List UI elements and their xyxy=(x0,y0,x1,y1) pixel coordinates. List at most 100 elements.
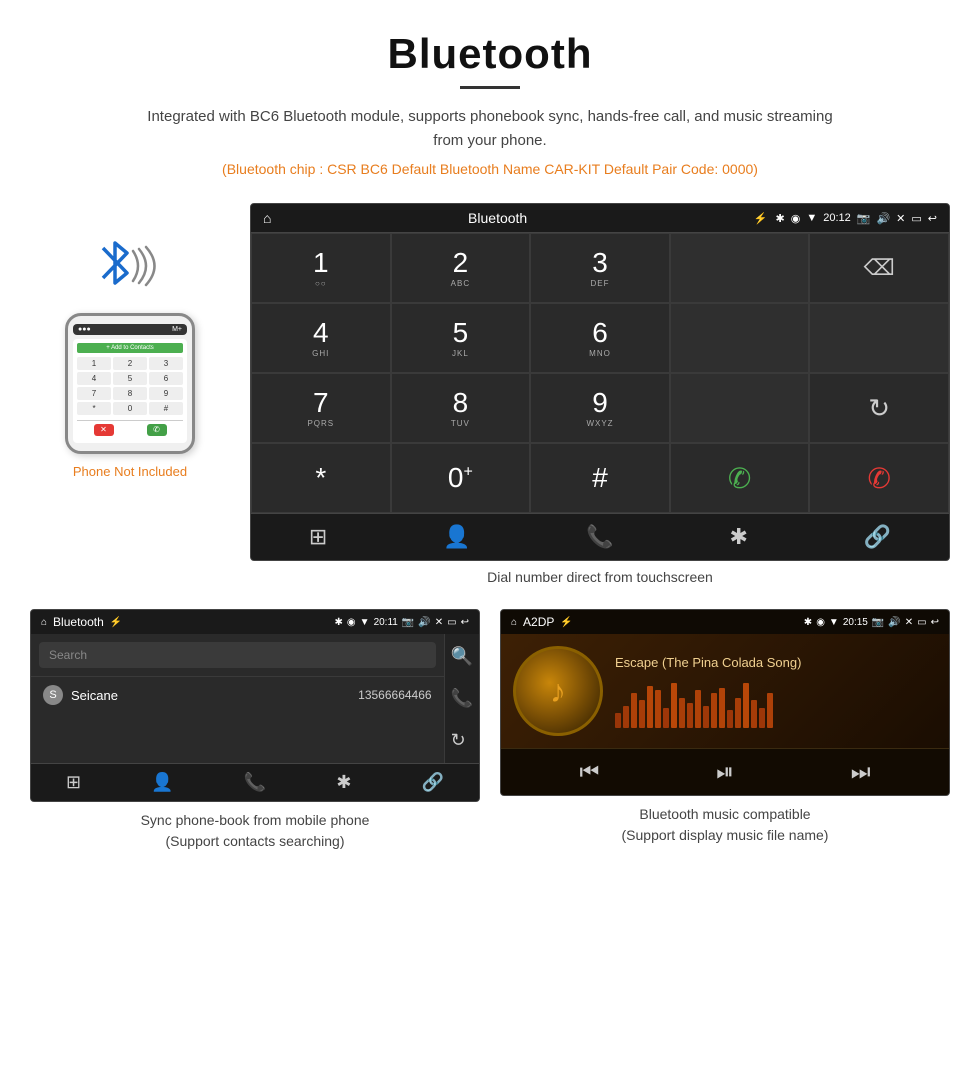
play-pause-btn[interactable]: ⏯ xyxy=(716,759,734,785)
contact-row[interactable]: S Seicane 13566664466 xyxy=(31,676,444,713)
phone-icon[interactable]: 📞 xyxy=(586,524,613,550)
music-caption-line1: Bluetooth music compatible xyxy=(639,806,810,822)
bluetooth-status-icon: ✱ xyxy=(776,212,785,225)
pb-usb-icon: ⚡ xyxy=(110,617,122,628)
music-main-area: ♪ Escape (The Pina Colada Song) xyxy=(501,634,949,748)
phonebook-caption: Sync phone-book from mobile phone (Suppo… xyxy=(30,810,480,852)
dial-key-2[interactable]: 2 ABC xyxy=(391,233,531,303)
header-divider xyxy=(460,86,520,89)
phone-not-included-label: Phone Not Included xyxy=(73,464,187,479)
camera-icon: 📷 xyxy=(857,212,871,225)
grid-icon[interactable]: ⊞ xyxy=(309,524,327,550)
phone-call-btn: ✆ xyxy=(147,424,167,436)
music-screenshot-box: ⌂ A2DP ⚡ ✱ ◉ ▼ 20:15 📷 🔊 ✕ ▭ ↩ ♪ xyxy=(500,609,950,852)
pb-home-icon: ⌂ xyxy=(41,617,47,628)
music-caption: Bluetooth music compatible (Support disp… xyxy=(500,804,950,846)
pb-empty-space xyxy=(31,713,444,763)
pb-link-icon[interactable]: 🔗 xyxy=(422,772,444,793)
pb-call-icon[interactable]: 📞 xyxy=(451,688,473,709)
window-icon: ▭ xyxy=(911,212,921,225)
pb-back-icon: ↩ xyxy=(461,617,469,628)
dial-cell-empty-4 xyxy=(670,373,810,443)
dial-key-8[interactable]: 8 TUV xyxy=(391,373,531,443)
pb-title: Bluetooth xyxy=(53,615,104,629)
pb-win-icon: ▭ xyxy=(447,617,456,628)
phone-bottom-bar: ✕ ✆ xyxy=(77,420,183,439)
pb-search-bar[interactable]: Search xyxy=(39,642,436,668)
contact-number: 13566664466 xyxy=(358,688,431,702)
next-track-btn[interactable]: ⏭ xyxy=(851,759,871,785)
dial-backspace[interactable]: ⌫ xyxy=(809,233,949,303)
back-icon: ↩ xyxy=(928,212,937,225)
album-art: ♪ xyxy=(513,646,603,736)
pb-loc-icon: ◉ xyxy=(347,617,356,628)
pb-list-area: Search S Seicane 13566664466 xyxy=(31,634,444,763)
pb-search-icon[interactable]: 🔍 xyxy=(451,646,473,667)
dial-call-green-btn[interactable]: ✆ xyxy=(670,443,810,513)
close-icon: ✕ xyxy=(896,212,905,225)
dialer-title: Bluetooth xyxy=(250,210,746,226)
status-icons: ✱ ◉ ▼ 20:12 📷 🔊 ✕ ▭ ↩ xyxy=(776,212,938,225)
music-usb-icon: ⚡ xyxy=(560,617,572,628)
music-close-icon: ✕ xyxy=(905,617,913,628)
dial-key-star[interactable]: * xyxy=(251,443,391,513)
phonebook-caption-line2: (Support contacts searching) xyxy=(166,833,345,849)
dial-cell-empty-3 xyxy=(809,303,949,373)
music-controls: ⏮ ⏯ ⏭ xyxy=(501,748,949,795)
page-title: Bluetooth xyxy=(20,30,960,78)
music-sig-icon: ▼ xyxy=(829,617,839,628)
dial-key-hash[interactable]: # xyxy=(530,443,670,513)
dial-key-4[interactable]: 4 GHI xyxy=(251,303,391,373)
phonebook-caption-line1: Sync phone-book from mobile phone xyxy=(141,812,370,828)
music-title: A2DP xyxy=(523,615,554,629)
music-status-bar: ⌂ A2DP ⚡ ✱ ◉ ▼ 20:15 📷 🔊 ✕ ▭ ↩ xyxy=(501,610,949,634)
usb-icon: ⚡ xyxy=(754,212,768,225)
dial-key-1[interactable]: 1 ○○ xyxy=(251,233,391,303)
bt-icon[interactable]: ✱ xyxy=(729,524,747,550)
pb-bottom-toolbar: ⊞ 👤 📞 ✱ 🔗 xyxy=(31,763,479,801)
music-win-icon: ▭ xyxy=(917,617,926,628)
pb-vol-icon: 🔊 xyxy=(418,617,430,628)
add-contacts-btn: + Add to Contacts xyxy=(77,343,183,353)
dial-key-0[interactable]: 0+ xyxy=(391,443,531,513)
signal-waves xyxy=(129,241,159,296)
location-icon: ◉ xyxy=(791,212,801,225)
pb-time: 20:11 xyxy=(374,617,398,628)
music-loc-icon: ◉ xyxy=(816,617,825,628)
phonebook-screen: ⌂ Bluetooth ⚡ ✱ ◉ ▼ 20:11 📷 🔊 ✕ ▭ ↩ xyxy=(30,609,480,802)
dialer-keypad-grid: 1 ○○ 2 ABC 3 DEF ⌫ 4 GHI xyxy=(251,232,949,513)
pb-close-icon: ✕ xyxy=(435,617,443,628)
dial-refresh[interactable]: ↻ xyxy=(809,373,949,443)
music-note-icon: ♪ xyxy=(550,673,566,710)
dial-cell-empty-2 xyxy=(670,303,810,373)
contacts-icon[interactable]: 👤 xyxy=(443,524,470,550)
music-cam-icon: 📷 xyxy=(872,617,884,628)
pb-refresh-icon[interactable]: ↻ xyxy=(451,730,473,751)
pb-right-icons: 🔍 📞 ↻ xyxy=(444,634,479,763)
dial-key-3[interactable]: 3 DEF xyxy=(530,233,670,303)
song-title: Escape (The Pina Colada Song) xyxy=(615,655,937,670)
bt-info-text: (Bluetooth chip : CSR BC6 Default Blueto… xyxy=(20,161,960,177)
dial-hangup-red-btn[interactable]: ✆ xyxy=(809,443,949,513)
music-vol-icon: 🔊 xyxy=(888,617,900,628)
dial-key-7[interactable]: 7 PQRS xyxy=(251,373,391,443)
dial-key-5[interactable]: 5 JKL xyxy=(391,303,531,373)
phone-section: ●●●M+ + Add to Contacts 123 456 789 *0# … xyxy=(30,203,230,479)
pb-contacts-icon[interactable]: 👤 xyxy=(151,772,173,793)
pb-phone-icon[interactable]: 📞 xyxy=(244,772,266,793)
dial-key-9[interactable]: 9 WXYZ xyxy=(530,373,670,443)
signal-icon: ▼ xyxy=(806,212,817,224)
dial-cell-empty-1 xyxy=(670,233,810,303)
volume-icon: 🔊 xyxy=(876,212,890,225)
music-caption-line2: (Support display music file name) xyxy=(622,827,829,843)
prev-track-btn[interactable]: ⏮ xyxy=(579,759,599,785)
link-icon[interactable]: 🔗 xyxy=(864,524,891,550)
car-dialer-screen: ⌂ Bluetooth ⚡ ✱ ◉ ▼ 20:12 📷 🔊 ✕ ▭ ↩ xyxy=(250,203,950,599)
dial-key-6[interactable]: 6 MNO xyxy=(530,303,670,373)
page-description: Integrated with BC6 Bluetooth module, su… xyxy=(140,105,840,153)
music-status-icons: ✱ ◉ ▼ 20:15 📷 🔊 ✕ ▭ ↩ xyxy=(804,617,939,628)
pb-grid-icon[interactable]: ⊞ xyxy=(66,772,81,793)
bottom-screenshots: ⌂ Bluetooth ⚡ ✱ ◉ ▼ 20:11 📷 🔊 ✕ ▭ ↩ xyxy=(0,609,980,852)
pb-bt-bottom-icon[interactable]: ✱ xyxy=(336,772,351,793)
pb-status-icons: ✱ ◉ ▼ 20:11 📷 🔊 ✕ ▭ ↩ xyxy=(335,617,469,628)
